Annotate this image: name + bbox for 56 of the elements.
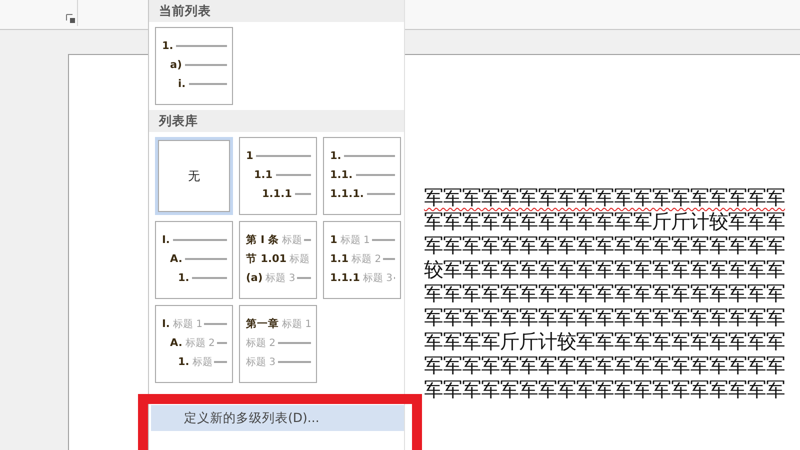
document-text-line: 军军军军军军军军军军军军军军军军军军军 — [424, 234, 785, 258]
list-number: 1 — [246, 150, 254, 162]
list-style-option[interactable]: I. 标题 1 A. 标题 2 1. 标题 — [155, 305, 233, 383]
list-style-option[interactable]: 1 标题 1 1.1 标题 2 1.1.1 标题 3 — [323, 221, 401, 299]
list-number: (a) — [246, 272, 263, 284]
document-text-line: 军军军军军军军军军军军军斤斤计较军军军 — [424, 210, 785, 234]
list-number: a) — [170, 58, 182, 70]
list-number: 1.1.1 — [330, 272, 360, 284]
list-number: 1.1.1. — [330, 188, 364, 200]
list-number: 1. — [330, 150, 342, 162]
list-number: 节 1.01 — [246, 252, 287, 266]
heading-label: 标题 — [192, 356, 212, 368]
document-text-line: 军军军军军军军军军军军军军军军军军军军 — [424, 354, 785, 378]
list-number: I. — [162, 234, 170, 246]
list-number: 1. — [162, 40, 174, 52]
heading-label: 标题 2 — [246, 336, 276, 350]
section-header: 列表库 — [149, 110, 404, 132]
list-number: 1.1 — [330, 252, 349, 264]
list-number: 1.1.1 — [262, 188, 292, 200]
list-style-option[interactable]: I. A. 1. — [155, 221, 233, 299]
list-number: A. — [170, 252, 182, 264]
menu-item[interactable]: 定义新的多级列表(D)... — [151, 405, 404, 431]
document-text-line: 较军军军军军军军军军军军军军军军军军军 — [424, 258, 785, 282]
document-text-line: 军军军军军军军军军军军军军军军军军军军 — [424, 306, 785, 330]
document-text-line: 军军军军军军军军军军军军军军军军军军军 — [424, 282, 785, 306]
document-text-line: 军军军军军军军军军军军军军军军军军军军 — [424, 378, 785, 402]
heading-label: 标题 3 — [246, 356, 276, 368]
list-style-option[interactable]: 无 — [155, 137, 233, 215]
list-number: 1.1 — [254, 168, 273, 180]
list-number: I. — [162, 318, 170, 330]
list-number: 1. — [178, 356, 190, 368]
list-number: A. — [170, 336, 182, 348]
document-text-line: 军军军军军军军军军军军军军军军军军军军 — [424, 186, 785, 210]
list-number: 第一章 — [246, 316, 279, 330]
heading-label: 标题 — [282, 234, 302, 246]
document-text-line: 军军军军斤斤计较军军军军军军军军军军军 — [424, 330, 785, 354]
list-number: i. — [178, 78, 186, 90]
heading-label: 标题 2 — [185, 336, 215, 350]
list-number: 1. — [178, 272, 190, 284]
section-header: 当前列表 — [149, 0, 404, 22]
heading-label: 标题 1 — [172, 318, 202, 330]
list-number: 1.1. — [330, 168, 353, 180]
list-style-option[interactable]: 第 I 条 标题 节 1.01 标题 (a) 标题 3 — [239, 221, 317, 299]
heading-label: 标题 3 — [266, 272, 296, 284]
heading-label: 标题 3 — [362, 272, 392, 284]
heading-label: 标题 2 — [352, 252, 382, 266]
dialog-launcher-icon[interactable] — [66, 14, 75, 23]
heading-label: 标题 — [290, 252, 310, 266]
list-number: 1 — [330, 234, 338, 246]
list-style-option[interactable]: 第一章 标题 1 标题 2 标题 3 — [239, 305, 317, 383]
list-style-option[interactable]: 1. a) i. — [155, 27, 233, 105]
heading-label: 标题 1 — [282, 318, 312, 330]
heading-label: 标题 1 — [340, 234, 370, 246]
list-number: 第 I 条 — [246, 232, 280, 246]
list-style-option[interactable]: 1 1.1 1.1.1 — [239, 137, 317, 215]
list-style-option[interactable]: 1. 1.1. 1.1.1. — [323, 137, 401, 215]
